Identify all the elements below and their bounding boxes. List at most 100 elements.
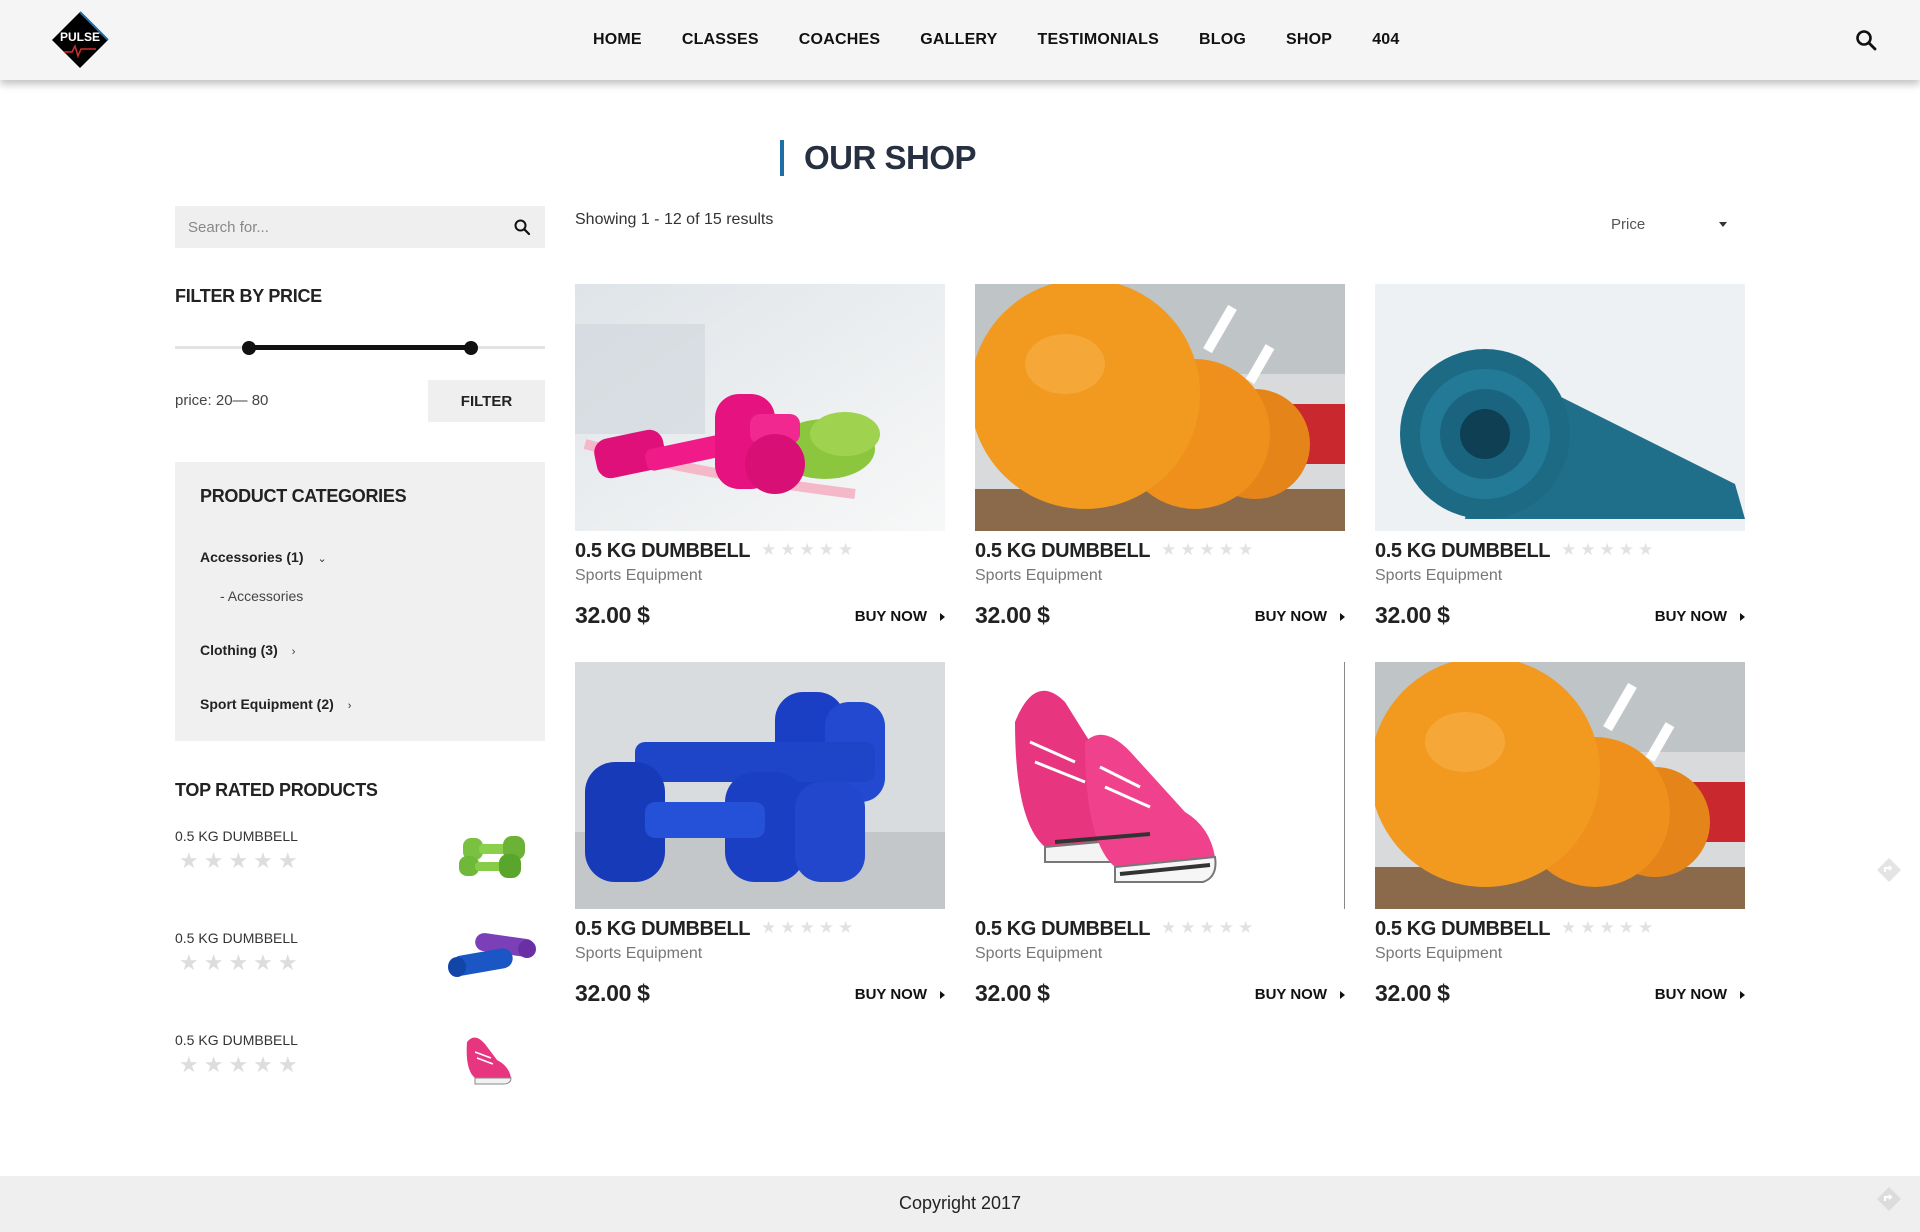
product-category: Sports Equipment	[575, 945, 703, 962]
slider-range	[249, 345, 471, 350]
top-rated-name[interactable]: 0.5 KG DUMBBELL	[175, 828, 298, 844]
category-accessories[interactable]: Accessories (1) ⌄	[200, 549, 327, 565]
pink-dumbbells-image	[575, 284, 945, 531]
product-name[interactable]: 0.5 KG DUMBBELL	[575, 918, 751, 941]
buy-now-label: BUY NOW	[854, 608, 927, 625]
page-title: OUR SHOP	[780, 140, 977, 176]
category-sport-equipment[interactable]: Sport Equipment (2) ›	[200, 696, 351, 712]
filter-button[interactable]: FILTER	[428, 380, 545, 422]
pink-sneaker-thumbnail[interactable]	[445, 1024, 545, 1094]
top-rated-item: 0.5 KG DUMBBELL ★★★★★	[175, 930, 545, 1010]
rating-stars: ★★★★★	[179, 1052, 303, 1077]
slider-max-handle[interactable]	[464, 341, 478, 355]
blue-mat-image	[1375, 284, 1745, 531]
slider-min-handle[interactable]	[242, 341, 256, 355]
nav-testimonials[interactable]: TESTIMONIALS	[1037, 31, 1159, 49]
sort-select[interactable]: Price	[1597, 210, 1741, 240]
search-icon[interactable]	[1854, 28, 1878, 52]
category-clothing[interactable]: Clothing (3) ›	[200, 642, 295, 658]
filter-price-heading: FILTER BY PRICE	[175, 286, 322, 306]
caret-down-icon	[1719, 222, 1727, 227]
main-nav: HOME CLASSES COACHES GALLERY TESTIMONIAL…	[593, 0, 1439, 80]
top-rated-item: 0.5 KG DUMBBELL ★★★★★	[175, 828, 545, 908]
product-category: Sports Equipment	[1375, 945, 1503, 962]
rating-stars: ★★★★★	[1561, 540, 1658, 559]
caret-right-icon	[1740, 991, 1745, 1000]
caret-right-icon	[940, 613, 945, 622]
buy-now-button[interactable]: BUY NOW	[1255, 986, 1345, 1003]
top-rated-name[interactable]: 0.5 KG DUMBBELL	[175, 930, 298, 946]
nav-blog[interactable]: BLOG	[1199, 31, 1246, 49]
product-price: 32.00 $	[575, 602, 650, 628]
buy-now-button[interactable]: BUY NOW	[1255, 608, 1345, 625]
nav-coaches[interactable]: COACHES	[799, 31, 880, 49]
caret-right-icon	[1740, 613, 1745, 622]
pulse-logo[interactable]: PULSE	[50, 10, 110, 70]
category-label: Accessories (1)	[200, 549, 304, 565]
directions-icon[interactable]	[1876, 857, 1902, 883]
product-name[interactable]: 0.5 KG DUMBBELL	[1375, 918, 1551, 941]
product-category: Sports Equipment	[975, 945, 1103, 962]
orange-balls-image	[1375, 662, 1745, 909]
product-card: 0.5 KG DUMBBELL ★★★★★ Sports Equipment 3…	[1375, 284, 1745, 644]
product-name[interactable]: 0.5 KG DUMBBELL	[975, 540, 1151, 563]
buy-now-label: BUY NOW	[1254, 608, 1327, 625]
chevron-right-icon[interactable]: ›	[348, 700, 352, 712]
pink-sneakers-image	[975, 662, 1345, 909]
product-image[interactable]	[1375, 284, 1745, 531]
subcategory-accessories[interactable]: - Accessories	[220, 588, 303, 604]
copyright-text: Copyright 2017	[898, 1193, 1022, 1213]
product-image[interactable]	[1375, 662, 1745, 909]
product-categories-panel: PRODUCT CATEGORIES Accessories (1) ⌄ - Ac…	[175, 462, 545, 741]
chevron-down-icon[interactable]: ⌄	[318, 552, 327, 565]
buy-now-button[interactable]: BUY NOW	[1655, 986, 1745, 1003]
buy-now-button[interactable]: BUY NOW	[1655, 608, 1745, 625]
product-card: 0.5 KG DUMBBELL ★★★★★ Sports Equipment 3…	[975, 662, 1345, 1022]
category-label: Sport Equipment (2)	[200, 696, 334, 712]
nav-gallery[interactable]: GALLERY	[920, 31, 997, 49]
nav-404[interactable]: 404	[1372, 31, 1399, 49]
nav-shop[interactable]: SHOP	[1286, 31, 1332, 49]
product-image[interactable]	[975, 284, 1345, 531]
nav-home[interactable]: HOME	[593, 31, 642, 49]
caret-right-icon	[940, 991, 945, 1000]
product-name[interactable]: 0.5 KG DUMBBELL	[975, 918, 1151, 941]
buy-now-label: BUY NOW	[1654, 608, 1727, 625]
caret-right-icon	[1340, 613, 1345, 622]
product-category: Sports Equipment	[1375, 567, 1503, 584]
product-card: 0.5 KG DUMBBELL ★★★★★ Sports Equipment 3…	[575, 284, 945, 644]
product-price: 32.00 $	[575, 980, 650, 1006]
price-range-slider[interactable]	[175, 340, 545, 356]
rating-stars: ★★★★★	[761, 918, 858, 937]
product-image[interactable]	[575, 284, 945, 531]
product-category: Sports Equipment	[575, 567, 703, 584]
chevron-right-icon[interactable]: ›	[292, 646, 296, 658]
buy-now-button[interactable]: BUY NOW	[855, 608, 945, 625]
shop-search	[175, 206, 545, 248]
buy-now-button[interactable]: BUY NOW	[855, 986, 945, 1003]
rating-stars: ★★★★★	[1561, 918, 1658, 937]
rating-stars: ★★★★★	[1161, 918, 1258, 937]
product-name[interactable]: 0.5 KG DUMBBELL	[575, 540, 751, 563]
product-image[interactable]	[975, 662, 1345, 909]
yoga-mats-thumbnail[interactable]	[445, 922, 545, 992]
results-count: Showing 1 - 12 of 15 results	[575, 211, 774, 228]
product-name[interactable]: 0.5 KG DUMBBELL	[1375, 540, 1551, 563]
rating-stars: ★★★★★	[179, 950, 303, 975]
search-input[interactable]	[175, 206, 495, 248]
product-image[interactable]	[575, 662, 945, 909]
product-category: Sports Equipment	[975, 567, 1103, 584]
rating-stars: ★★★★★	[761, 540, 858, 559]
search-icon[interactable]	[513, 218, 531, 236]
product-card: 0.5 KG DUMBBELL ★★★★★ Sports Equipment 3…	[975, 284, 1345, 644]
directions-icon[interactable]	[1876, 1186, 1902, 1212]
top-rated-name[interactable]: 0.5 KG DUMBBELL	[175, 1032, 298, 1048]
category-label: Clothing (3)	[200, 642, 278, 658]
rating-stars: ★★★★★	[179, 848, 303, 873]
top-rated-item: 0.5 KG DUMBBELL ★★★★★	[175, 1032, 545, 1112]
rating-stars: ★★★★★	[1161, 540, 1258, 559]
logo-text: PULSE	[60, 30, 100, 44]
green-dumbbells-thumbnail[interactable]	[445, 820, 545, 890]
categories-heading: PRODUCT CATEGORIES	[200, 486, 407, 506]
nav-classes[interactable]: CLASSES	[682, 31, 759, 49]
